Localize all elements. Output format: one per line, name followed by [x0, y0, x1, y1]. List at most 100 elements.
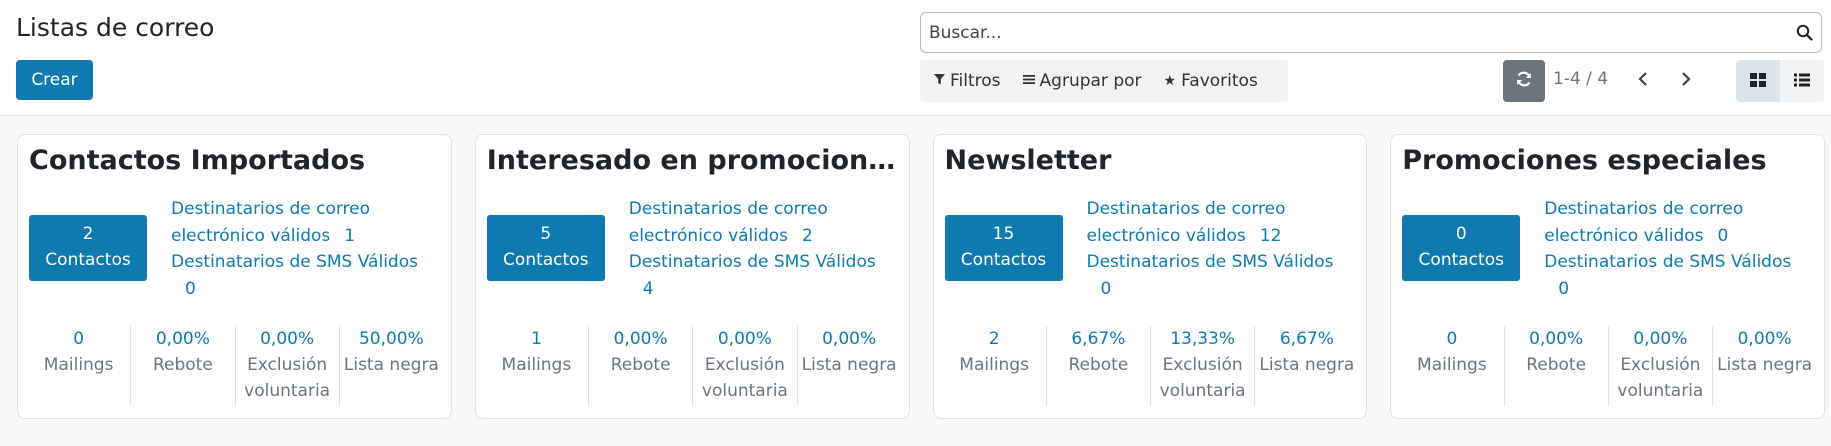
star-icon: ★ — [1163, 73, 1177, 89]
email-recipients-label: Destinatarios de correo electrónico váli… — [628, 199, 828, 246]
create-button[interactable]: Crear — [16, 60, 93, 100]
stat-value: 0,00% — [1633, 329, 1688, 349]
sms-recipients-count: 0 — [185, 278, 196, 299]
stat-label: Lista negra — [1717, 355, 1813, 375]
stat-label: Exclusión voluntaria — [701, 355, 788, 401]
stat-opt-out[interactable]: 0,00% Exclusión voluntaria — [234, 326, 339, 406]
contacts-button[interactable]: 15 Contactos — [944, 215, 1063, 281]
funnel-icon — [934, 73, 945, 89]
contacts-button[interactable]: 2 Contactos — [29, 215, 147, 281]
contacts-count: 2 — [82, 224, 94, 244]
stat-value: 50,00% — [358, 329, 424, 349]
stat-label: Exclusión voluntaria — [1159, 355, 1246, 401]
stat-blacklist[interactable]: 0,00% Lista negra — [796, 326, 901, 406]
favorites-label: Favoritos — [1181, 71, 1258, 91]
stat-label: Lista negra — [343, 355, 439, 375]
stat-mailings[interactable]: 0 Mailings — [1400, 326, 1503, 406]
card-stats: 2 Mailings 6,67% Rebote 13,33% Exclusión vo… — [943, 326, 1359, 406]
sms-recipients-count: 0 — [1100, 278, 1112, 299]
stat-value: 0,00% — [260, 329, 315, 349]
stat-blacklist[interactable]: 0,00% Lista negra — [1712, 326, 1816, 406]
search-box — [920, 12, 1822, 53]
search-input[interactable] — [921, 13, 1787, 52]
stat-value: 6,67% — [1279, 329, 1334, 349]
stat-value: 0,00% — [717, 329, 772, 349]
stat-label: Mailings — [1417, 355, 1487, 375]
stat-value: 0,00% — [1529, 329, 1584, 349]
stat-label: Lista negra — [801, 355, 897, 375]
group-by-toggle[interactable]: Agrupar por — [1022, 71, 1142, 91]
sms-recipients-label: Destinatarios de SMS Válidos — [171, 252, 418, 272]
email-recipients-label: Destinatarios de correo electrónico váli… — [1544, 199, 1744, 246]
stat-label: Rebote — [1526, 355, 1587, 375]
stat-mailings[interactable]: 1 Mailings — [485, 326, 588, 406]
valid-recipients[interactable]: Destinatarios de correo electrónico váli… — [629, 196, 899, 302]
contacts-count: 5 — [540, 224, 552, 244]
stat-label: Rebote — [610, 355, 671, 375]
stat-value: 0,00% — [613, 329, 668, 349]
stat-value: 0 — [73, 329, 85, 349]
filters-toggle[interactable]: Filtros — [934, 71, 1001, 91]
sms-recipients-count: 4 — [642, 278, 654, 299]
stat-value: 0 — [1446, 329, 1458, 349]
search-icon[interactable] — [1787, 13, 1821, 52]
stat-blacklist[interactable]: 6,67% Lista negra — [1254, 326, 1358, 406]
email-recipients-label: Destinatarios de correo electrónico váli… — [171, 199, 371, 246]
stat-mailings[interactable]: 2 Mailings — [943, 326, 1046, 406]
contacts-button[interactable]: 0 Contactos — [1402, 215, 1521, 281]
contacts-count: 0 — [1455, 224, 1467, 244]
stat-opt-out[interactable]: 0,00% Exclusión voluntaria — [692, 326, 796, 406]
contacts-label: Contactos — [1418, 250, 1504, 270]
stat-bounce[interactable]: 0,00% Rebote — [130, 326, 234, 406]
stat-bounce[interactable]: 0,00% Rebote — [588, 326, 692, 406]
chevron-right-icon — [1680, 71, 1692, 91]
card-title: Newsletter — [944, 145, 1112, 176]
sms-recipients-count: 0 — [1558, 278, 1570, 299]
email-recipients-count: 0 — [1717, 225, 1729, 246]
group-by-label: Agrupar por — [1039, 71, 1142, 91]
favorites-toggle[interactable]: ★ Favoritos — [1164, 71, 1258, 91]
view-switcher — [1736, 60, 1824, 102]
email-recipients-count: 2 — [802, 225, 813, 246]
card-title: Interesado en promociones ... — [486, 145, 899, 176]
stat-mailings[interactable]: 0 Mailings — [27, 326, 130, 406]
contacts-count: 15 — [992, 224, 1015, 244]
stat-bounce[interactable]: 0,00% Rebote — [1503, 326, 1608, 406]
pager-next-button[interactable] — [1669, 60, 1703, 102]
valid-recipients[interactable]: Destinatarios de correo electrónico váli… — [1544, 196, 1814, 302]
pager-previous-button[interactable] — [1626, 60, 1660, 102]
mailing-list-card[interactable]: Contactos Importados 2 Contactos Destina… — [17, 134, 452, 419]
contacts-button[interactable]: 5 Contactos — [486, 215, 605, 281]
stat-blacklist[interactable]: 50,00% Lista negra — [338, 326, 443, 406]
filters-label: Filtros — [950, 71, 1001, 91]
grid-icon — [1750, 72, 1766, 91]
sms-recipients-label: Destinatarios de SMS Válidos — [1544, 252, 1792, 272]
stat-value: 0,00% — [1737, 329, 1792, 349]
contacts-label: Contactos — [960, 250, 1047, 270]
email-recipients-label: Destinatarios de correo electrónico váli… — [1086, 199, 1286, 246]
refresh-icon — [1515, 70, 1533, 92]
valid-recipients[interactable]: Destinatarios de correo electrónico váli… — [1087, 196, 1357, 302]
stat-value: 0,00% — [155, 329, 210, 349]
stat-label: Lista negra — [1259, 355, 1355, 375]
sms-recipients-label: Destinatarios de SMS Válidos — [628, 252, 876, 272]
mailing-list-card[interactable]: Newsletter 15 Contactos Destinatarios de… — [932, 134, 1368, 419]
pager-value[interactable]: 1-4 / 4 — [1553, 69, 1608, 89]
valid-recipients[interactable]: Destinatarios de correo electrónico váli… — [171, 196, 441, 302]
stat-opt-out[interactable]: 0,00% Exclusión voluntaria — [1607, 326, 1712, 406]
stat-bounce[interactable]: 6,67% Rebote — [1045, 326, 1150, 406]
stat-opt-out[interactable]: 13,33% Exclusión voluntaria — [1150, 326, 1254, 406]
email-recipients-count: 12 — [1259, 225, 1282, 246]
stat-value: 1 — [530, 329, 542, 349]
control-panel: Listas de correo Crear Filtros Agrupar p… — [0, 0, 1831, 116]
stat-label: Exclusión voluntaria — [244, 355, 331, 401]
stat-label: Rebote — [1068, 355, 1129, 375]
kanban-view-button[interactable] — [1736, 60, 1780, 102]
search-panel-toggles: Filtros Agrupar por ★ Favoritos — [920, 60, 1288, 102]
list-view-button[interactable] — [1780, 60, 1824, 102]
mailing-list-card[interactable]: Interesado en promociones ... 5 Contacto… — [474, 134, 910, 419]
mailing-list-card[interactable]: Promociones especiales 0 Contactos Desti… — [1390, 134, 1825, 419]
stat-label: Exclusión voluntaria — [1617, 355, 1704, 401]
card-title: Contactos Importados — [29, 145, 366, 176]
refresh-button[interactable] — [1503, 60, 1545, 102]
